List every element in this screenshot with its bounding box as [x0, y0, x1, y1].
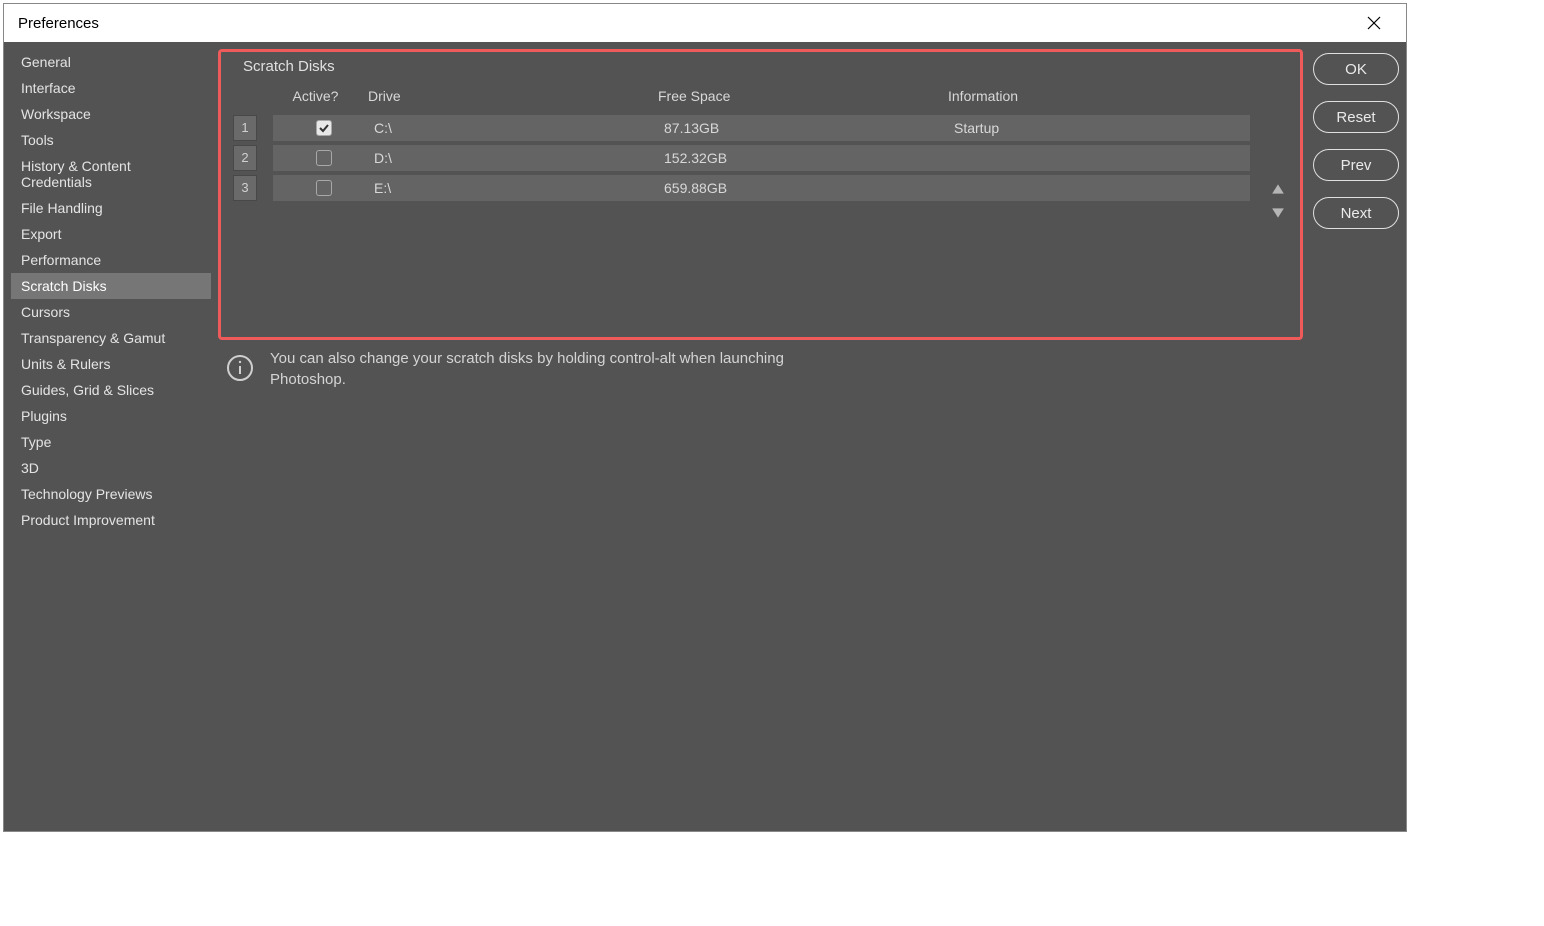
active-checkbox[interactable]	[316, 180, 332, 196]
row-index: 2	[233, 145, 257, 171]
move-up-button[interactable]	[1271, 182, 1287, 196]
disks-table: Active? Drive Free Space Information 1 C:…	[233, 79, 1256, 323]
dialog-buttons: OK Reset Prev Next	[1313, 49, 1399, 824]
prev-button[interactable]: Prev	[1313, 149, 1399, 181]
sidebar-item-cursors[interactable]: Cursors	[11, 299, 211, 325]
next-button[interactable]: Next	[1313, 197, 1399, 229]
sidebar-item-tools[interactable]: Tools	[11, 127, 211, 153]
sidebar-item-type[interactable]: Type	[11, 429, 211, 455]
table-row[interactable]: 1 C:\87.13GBStartup	[233, 113, 1256, 142]
scratch-disks-panel: Scratch Disks Active? Drive Free Space I…	[218, 49, 1303, 340]
ok-button[interactable]: OK	[1313, 53, 1399, 85]
sidebar-item-units-rulers[interactable]: Units & Rulers	[11, 351, 211, 377]
table-row[interactable]: 3 E:\659.88GB	[233, 173, 1256, 202]
sidebar-item-file-handling[interactable]: File Handling	[11, 195, 211, 221]
hint-row: You can also change your scratch disks b…	[218, 340, 1303, 390]
table-body: 1 C:\87.13GBStartup 2 D:\152.32GB 3 E:\659.88…	[233, 113, 1256, 202]
panel-title: Scratch Disks	[225, 56, 1296, 79]
sidebar-item-technology-previews[interactable]: Technology Previews	[11, 481, 211, 507]
sidebar: GeneralInterfaceWorkspaceToolsHistory & …	[11, 49, 211, 824]
sidebar-item-plugins[interactable]: Plugins	[11, 403, 211, 429]
titlebar: Preferences	[4, 4, 1406, 42]
sidebar-item-export[interactable]: Export	[11, 221, 211, 247]
table-row[interactable]: 2 D:\152.32GB	[233, 143, 1256, 172]
col-active: Active?	[273, 88, 368, 104]
move-down-button[interactable]	[1271, 206, 1287, 220]
row-free: 152.32GB	[658, 145, 948, 171]
sidebar-item-workspace[interactable]: Workspace	[11, 101, 211, 127]
sidebar-item-guides-grid-slices[interactable]: Guides, Grid & Slices	[11, 377, 211, 403]
reset-button[interactable]: Reset	[1313, 101, 1399, 133]
row-active-cell	[273, 145, 368, 171]
sidebar-item-product-improvement[interactable]: Product Improvement	[11, 507, 211, 533]
info-icon	[224, 352, 256, 384]
sidebar-item-general[interactable]: General	[11, 49, 211, 75]
dialog-body: GeneralInterfaceWorkspaceToolsHistory & …	[4, 42, 1406, 831]
row-info: Startup	[948, 115, 1250, 141]
content-area: Scratch Disks Active? Drive Free Space I…	[218, 49, 1303, 824]
row-active-cell	[273, 175, 368, 201]
close-button[interactable]	[1354, 7, 1394, 39]
row-info	[948, 145, 1250, 171]
col-info: Information	[948, 88, 1256, 104]
row-drive: E:\	[368, 175, 658, 201]
window-title: Preferences	[18, 15, 99, 32]
table-header: Active? Drive Free Space Information	[233, 79, 1256, 113]
row-drive: C:\	[368, 115, 658, 141]
row-active-cell	[273, 115, 368, 141]
col-free: Free Space	[658, 88, 948, 104]
sidebar-item-3d[interactable]: 3D	[11, 455, 211, 481]
sidebar-item-performance[interactable]: Performance	[11, 247, 211, 273]
sidebar-item-transparency-gamut[interactable]: Transparency & Gamut	[11, 325, 211, 351]
row-index: 1	[233, 115, 257, 141]
row-drive: D:\	[368, 145, 658, 171]
active-checkbox[interactable]	[316, 120, 332, 136]
hint-text: You can also change your scratch disks b…	[270, 348, 840, 390]
sidebar-item-interface[interactable]: Interface	[11, 75, 211, 101]
sidebar-item-history-content-credentials[interactable]: History & Content Credentials	[11, 153, 211, 195]
row-index: 3	[233, 175, 257, 201]
active-checkbox[interactable]	[316, 150, 332, 166]
table-reorder-controls	[1262, 79, 1296, 323]
sidebar-item-scratch-disks[interactable]: Scratch Disks	[11, 273, 211, 299]
main-area: Scratch Disks Active? Drive Free Space I…	[218, 49, 1399, 824]
row-free: 659.88GB	[658, 175, 948, 201]
col-drive: Drive	[368, 88, 658, 104]
row-free: 87.13GB	[658, 115, 948, 141]
preferences-window: Preferences GeneralInterfaceWorkspaceToo…	[3, 3, 1407, 832]
disks-table-wrap: Active? Drive Free Space Information 1 C:…	[225, 79, 1296, 323]
row-info	[948, 175, 1250, 201]
